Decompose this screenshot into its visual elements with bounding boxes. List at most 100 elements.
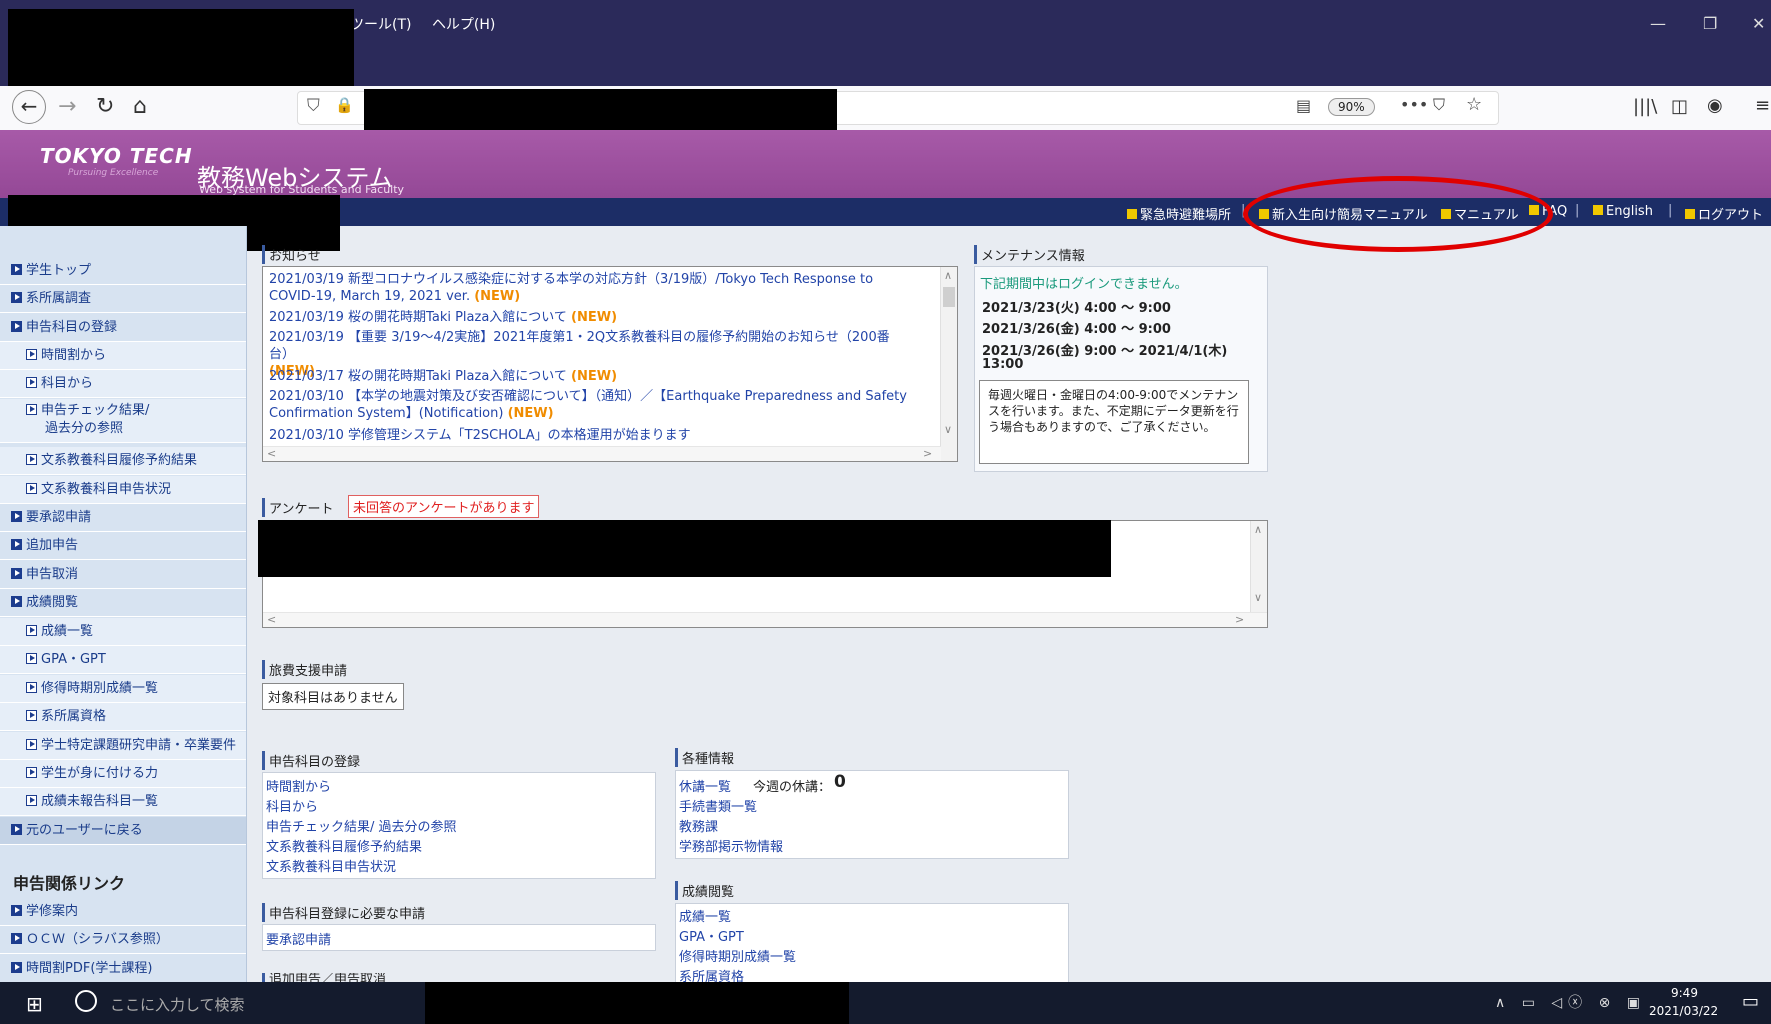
- clock-time[interactable]: 9:49: [1671, 986, 1698, 1000]
- link-liberal-arts-status[interactable]: 文系教養科目申告状況: [266, 856, 396, 875]
- sidebar-item-competencies[interactable]: 学生が身に付ける力: [0, 760, 246, 788]
- reload-icon[interactable]: ↻: [96, 94, 114, 119]
- sidebar-link-ocw[interactable]: ＯＣＷ（シラバス参照）: [0, 926, 246, 954]
- notices-panel: 2021/03/19 新型コロナウイルス感染症に対する本学の対応方針（3/19版…: [262, 266, 958, 462]
- link-gpa-gpt[interactable]: GPA・GPT: [679, 926, 744, 945]
- link-logout[interactable]: ログアウト: [1685, 204, 1763, 223]
- more-icon[interactable]: •••: [1400, 95, 1428, 114]
- clock-date[interactable]: 2021/03/22: [1649, 1004, 1718, 1018]
- scroll-up-icon[interactable]: ∧: [944, 269, 952, 282]
- restore-button[interactable]: ❐: [1703, 14, 1717, 33]
- link-grades-by-period[interactable]: 修得時期別成績一覧: [679, 946, 796, 965]
- taskbar-search-input[interactable]: ここに入力して検索: [110, 994, 245, 1015]
- travel-support-title: 旅費支援申請: [262, 660, 347, 679]
- scroll-left-icon[interactable]: <: [267, 447, 276, 460]
- sidebar-item-dept-qualification[interactable]: 系所属資格: [0, 703, 246, 731]
- sidebar-item-unreported-grades[interactable]: 成績未報告科目一覧: [0, 788, 246, 816]
- system-tray-icons[interactable]: ∧ ▭ ◁ⓧ ⊗ ▣: [1495, 992, 1646, 1012]
- browser-menu: ツール(T) ヘルプ(H): [350, 14, 511, 34]
- notice-item[interactable]: 2021/03/17 桜の開花時期Taki Plaza入館について (NEW): [269, 368, 909, 385]
- bookmark-star-icon[interactable]: ☆: [1466, 94, 1482, 115]
- sidebar-item-course-registration[interactable]: 申告科目の登録: [0, 314, 246, 342]
- arrow-icon: [11, 264, 22, 275]
- sidebar-item-gpa-gpt[interactable]: GPA・GPT: [0, 646, 246, 674]
- grades-panel: 成績一覧 GPA・GPT 修得時期別成績一覧 系所属資格: [675, 903, 1069, 982]
- sidebar-item-grade-list[interactable]: 成績一覧: [0, 618, 246, 646]
- pocket-icon[interactable]: ⛉: [1433, 95, 1445, 115]
- scroll-up-icon[interactable]: ∧: [1254, 523, 1262, 536]
- notices-horizontal-scrollbar[interactable]: < >: [263, 446, 941, 461]
- menu-tools[interactable]: ツール(T): [350, 17, 411, 33]
- minimize-button[interactable]: —: [1650, 14, 1666, 33]
- link-liberal-arts-reservation[interactable]: 文系教養科目履修予約結果: [266, 836, 422, 855]
- link-evacuation[interactable]: 緊急時避難場所: [1127, 204, 1231, 223]
- link-academic-affairs[interactable]: 教務課: [679, 816, 718, 835]
- scroll-down-icon[interactable]: ∨: [944, 423, 952, 436]
- link-from-timetable[interactable]: 時間割から: [266, 776, 331, 795]
- sidebar-link-study-guide[interactable]: 学修案内: [0, 898, 246, 926]
- sidebar-item-add-registration[interactable]: 追加申告: [0, 532, 246, 560]
- sidebar-item-cancel-registration[interactable]: 申告取消: [0, 561, 246, 589]
- library-icon[interactable]: |||\: [1633, 96, 1657, 117]
- notice-item[interactable]: 2021/03/10 学修管理システム「T2SCHOLA」の本格運用が始まります: [269, 427, 909, 444]
- sidebar-item-grades[interactable]: 成績閲覧: [0, 589, 246, 617]
- lock-icon[interactable]: 🔒: [335, 96, 354, 114]
- sidebar-item-dept-survey[interactable]: 系所属調査: [0, 285, 246, 313]
- link-approval-request[interactable]: 要承認申請: [266, 929, 331, 948]
- sidebar-item-grades-by-period[interactable]: 修得時期別成績一覧: [0, 675, 246, 703]
- required-applications-panel: 要承認申請: [262, 924, 656, 951]
- reader-view-icon[interactable]: ▤: [1296, 96, 1311, 115]
- link-procedure-documents[interactable]: 手続書類一覧: [679, 796, 757, 815]
- link-check-results[interactable]: 申告チェック結果/ 過去分の参照: [266, 816, 457, 835]
- scroll-down-icon[interactable]: ∨: [1254, 591, 1262, 604]
- notices-vertical-scrollbar[interactable]: ∧ ∨: [940, 267, 957, 461]
- maintenance-notice: 下記期間中はログインできません。: [980, 277, 1188, 292]
- taskbar: ⊞ ここに入力して検索 ∧ ▭ ◁ⓧ ⊗ ▣ 9:49 2021/03/22 ▭: [0, 982, 1771, 1024]
- sidebar-link-timetable-pdf[interactable]: 時間割PDF(学士課程): [0, 955, 246, 983]
- unanswered-survey-badge[interactable]: 未回答のアンケートがあります: [348, 495, 540, 518]
- scroll-left-icon[interactable]: <: [267, 613, 276, 626]
- link-grade-list[interactable]: 成績一覧: [679, 906, 731, 925]
- link-from-course[interactable]: 科目から: [266, 796, 318, 815]
- windows-start-icon[interactable]: ⊞: [26, 992, 43, 1016]
- shield-icon[interactable]: ⛉: [307, 96, 320, 116]
- sidebar-item-from-timetable[interactable]: 時間割から: [0, 342, 246, 370]
- menu-help[interactable]: ヘルプ(H): [432, 17, 495, 33]
- account-icon[interactable]: ◉: [1707, 95, 1723, 116]
- arrow-icon: [11, 511, 22, 522]
- sidebar-item-liberal-arts-status[interactable]: 文系教養科目申告状況: [0, 476, 246, 504]
- notice-item[interactable]: 2021/03/19 新型コロナウイルス感染症に対する本学の対応方針（3/19版…: [269, 271, 909, 305]
- zoom-level[interactable]: 90%: [1328, 98, 1375, 116]
- notice-item[interactable]: 2021/03/10 【本学の地震対策及び安否確認について】（通知）／【Eart…: [269, 388, 909, 422]
- grades-title: 成績閲覧: [675, 881, 734, 900]
- link-english[interactable]: English: [1593, 204, 1653, 219]
- close-button[interactable]: ✕: [1752, 14, 1765, 33]
- sidebar-item-liberal-arts-reservation[interactable]: 文系教養科目履修予約結果: [0, 447, 246, 475]
- search-icon[interactable]: [75, 990, 97, 1012]
- survey-vertical-scrollbar[interactable]: ∧ ∨: [1250, 521, 1267, 613]
- link-cancelled-classes[interactable]: 休講一覧: [679, 776, 731, 795]
- sidebar-item-return-user[interactable]: 元のユーザーに戻る: [0, 817, 246, 845]
- link-dept-qualification[interactable]: 系所属資格: [679, 966, 744, 982]
- sidebar-item-research-graduation[interactable]: 学士特定課題研究申請・卒業要件: [0, 732, 246, 760]
- redacted-taskbar: [425, 982, 849, 1024]
- back-icon[interactable]: ←: [12, 90, 46, 124]
- sidebar-item-approval-request[interactable]: 要承認申請: [0, 504, 246, 532]
- forward-icon[interactable]: →: [58, 94, 76, 119]
- hamburger-menu-icon[interactable]: ≡: [1755, 95, 1770, 116]
- home-icon[interactable]: ⌂: [133, 94, 147, 119]
- sidebar-toggle-icon[interactable]: ◫: [1671, 96, 1688, 117]
- arrow-icon: [26, 404, 37, 415]
- site-logo[interactable]: TOKYO TECH: [40, 144, 193, 168]
- link-bulletin-board[interactable]: 学務部掲示物情報: [679, 836, 783, 855]
- scroll-right-icon[interactable]: >: [1235, 613, 1244, 626]
- notifications-icon[interactable]: ▭: [1742, 991, 1759, 1012]
- scroll-thumb[interactable]: [943, 287, 955, 307]
- notice-item[interactable]: 2021/03/19 桜の開花時期Taki Plaza入館について (NEW): [269, 309, 909, 326]
- arrow-icon: [11, 321, 22, 332]
- survey-horizontal-scrollbar[interactable]: < >: [263, 612, 1267, 627]
- scroll-right-icon[interactable]: >: [923, 447, 932, 460]
- sidebar-item-from-course[interactable]: 科目から: [0, 370, 246, 398]
- sidebar-item-check-results[interactable]: 申告チェック結果/過去分の参照: [0, 399, 246, 443]
- sidebar-item-student-top[interactable]: 学生トップ: [0, 257, 246, 285]
